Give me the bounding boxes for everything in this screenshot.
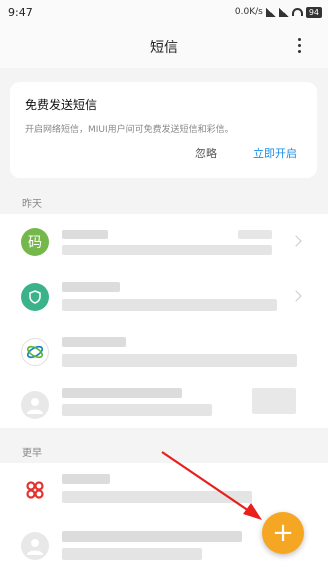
new-message-button[interactable]: + (262, 512, 304, 554)
plus-icon: + (272, 518, 294, 548)
annotation-arrow-icon (161, 451, 262, 520)
